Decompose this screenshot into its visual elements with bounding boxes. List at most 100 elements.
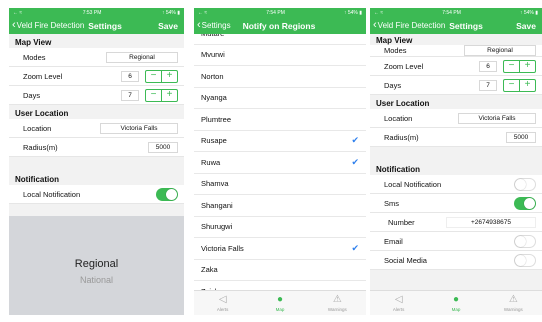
nav-bar: ‹ Veld Fire Detection Settings Save: [370, 17, 542, 34]
tab-label: Alerts: [392, 306, 405, 312]
tab-map[interactable]: ● Map: [427, 291, 484, 315]
picker-option[interactable]: National: [9, 275, 184, 285]
status-bar: ← ≈ 7:53 PM ↑ 54% ▮: [9, 8, 184, 17]
status-left: ← ≈: [374, 9, 384, 16]
send-icon: ◁: [394, 293, 403, 305]
region-row[interactable]: Mvurwi: [194, 44, 366, 66]
section-notification: Notification: [15, 174, 59, 184]
region-row[interactable]: Ruwa ✔: [194, 152, 366, 174]
radius-field[interactable]: 5000: [148, 141, 178, 153]
zoom-value[interactable]: 6: [121, 70, 139, 82]
number-label: Number: [388, 217, 415, 227]
zoom-increment-button[interactable]: +: [161, 70, 177, 82]
tab-alerts[interactable]: ◁ Alerts: [370, 291, 427, 315]
region-name: Norton: [201, 71, 224, 81]
warning-icon: ⚠: [332, 293, 342, 305]
region-row[interactable]: Shamva: [194, 173, 366, 195]
chevron-left-icon: ‹: [373, 19, 377, 31]
region-row[interactable]: Victoria Falls ✔: [194, 238, 366, 260]
region-row[interactable]: Rusape ✔: [194, 130, 366, 152]
radius-field[interactable]: 5000: [506, 131, 536, 143]
checkmark-icon: ✔: [351, 135, 359, 146]
region-name: Ruwa: [201, 157, 221, 167]
nav-bar: ‹ Veld Fire Detection Settings Save: [9, 17, 184, 34]
days-increment-button[interactable]: +: [519, 79, 535, 91]
local-notification-row: Local Notification: [370, 175, 542, 194]
number-field[interactable]: +2674938675: [446, 216, 536, 228]
email-toggle[interactable]: [514, 234, 536, 248]
status-left: ← ≈: [198, 9, 208, 16]
tab-map[interactable]: ● Map: [251, 291, 308, 315]
location-field[interactable]: Victoria Falls: [458, 112, 536, 124]
sms-toggle[interactable]: [514, 196, 536, 210]
region-name: Plumtree: [201, 114, 232, 124]
local-notification-label: Local Notification: [384, 179, 442, 189]
region-row[interactable]: Plumtree: [194, 109, 366, 131]
region-row[interactable]: Nyanga: [194, 87, 366, 109]
modes-picker[interactable]: Regional National: [9, 216, 184, 315]
days-value[interactable]: 7: [479, 79, 497, 91]
region-name: Shamva: [201, 179, 229, 189]
local-notification-toggle[interactable]: [514, 177, 536, 191]
zoom-stepper: − +: [145, 69, 178, 83]
region-name: Zaka: [201, 265, 218, 275]
status-time: 7:54 PM: [266, 9, 285, 16]
modes-label: Modes: [384, 46, 407, 55]
back-button[interactable]: ‹ Veld Fire Detection: [9, 20, 84, 31]
local-notification-toggle[interactable]: [156, 187, 178, 201]
nav-title: Settings: [449, 20, 483, 31]
zoom-row: Zoom Level 6 − +: [9, 67, 184, 86]
status-right: ↑ 54% ▮: [343, 9, 362, 16]
back-button[interactable]: ‹ Veld Fire Detection: [370, 20, 445, 31]
settings-screen-modes-picker: ← ≈ 7:53 PM ↑ 54% ▮ ‹ Veld Fire Detectio…: [9, 8, 184, 315]
modes-field[interactable]: Regional: [106, 51, 178, 63]
map-pin-icon: ●: [276, 293, 284, 305]
days-increment-button[interactable]: +: [161, 89, 177, 101]
nav-title: Notify on Regions: [242, 20, 316, 31]
zoom-label: Zoom Level: [384, 61, 424, 71]
zoom-value[interactable]: 6: [479, 60, 497, 72]
location-label: Location: [384, 113, 413, 123]
zoom-label: Zoom Level: [23, 71, 63, 81]
save-button[interactable]: Save: [516, 21, 536, 31]
social-media-toggle[interactable]: [514, 253, 536, 267]
modes-row: Modes Regional: [9, 48, 184, 67]
number-row: Number +2674938675: [370, 213, 542, 232]
picker-selected-option[interactable]: Regional: [9, 258, 184, 270]
location-row: Location Victoria Falls: [370, 109, 542, 128]
region-row[interactable]: Shangani: [194, 195, 366, 217]
chevron-left-icon: ‹: [197, 19, 201, 31]
tab-warnings[interactable]: ⚠ Warnings: [485, 291, 542, 315]
region-row[interactable]: Shurugwi: [194, 216, 366, 238]
location-field[interactable]: Victoria Falls: [100, 122, 178, 134]
map-pin-icon: ●: [452, 293, 460, 305]
zoom-row: Zoom Level 6 − +: [370, 57, 542, 76]
tab-bar: ◁ Alerts ● Map ⚠ Warnings: [194, 290, 366, 315]
zoom-stepper: − +: [503, 59, 536, 73]
radius-label: Radius(m): [23, 142, 58, 152]
modes-field[interactable]: Regional: [464, 45, 536, 56]
tab-alerts[interactable]: ◁ Alerts: [194, 291, 251, 315]
days-value[interactable]: 7: [121, 89, 139, 101]
status-right: ↑ 54% ▮: [519, 9, 538, 16]
settings-screen-notifications: ← ≈ 7:54 PM ↑ 54% ▮ ‹ Veld Fire Detectio…: [370, 8, 542, 315]
days-stepper: − +: [503, 78, 536, 92]
tab-label: Warnings: [327, 306, 347, 312]
zoom-decrement-button[interactable]: −: [146, 71, 161, 82]
region-row[interactable]: Zaka: [194, 259, 366, 281]
tab-warnings[interactable]: ⚠ Warnings: [309, 291, 366, 315]
section-map-view: Map View: [376, 36, 413, 45]
section-notification: Notification: [376, 164, 420, 174]
zoom-decrement-button[interactable]: −: [504, 61, 519, 72]
save-button[interactable]: Save: [158, 21, 178, 31]
radius-label: Radius(m): [384, 132, 419, 142]
status-time: 7:53 PM: [82, 9, 102, 16]
days-row: Days 7 − +: [370, 76, 542, 95]
region-row[interactable]: Norton: [194, 66, 366, 88]
days-decrement-button[interactable]: −: [146, 90, 161, 101]
days-decrement-button[interactable]: −: [504, 80, 519, 91]
back-label: Settings: [201, 21, 231, 30]
tab-bar: ◁ Alerts ● Map ⚠ Warnings: [370, 290, 542, 315]
back-button[interactable]: ‹ Settings: [194, 20, 231, 31]
zoom-increment-button[interactable]: +: [519, 60, 535, 72]
